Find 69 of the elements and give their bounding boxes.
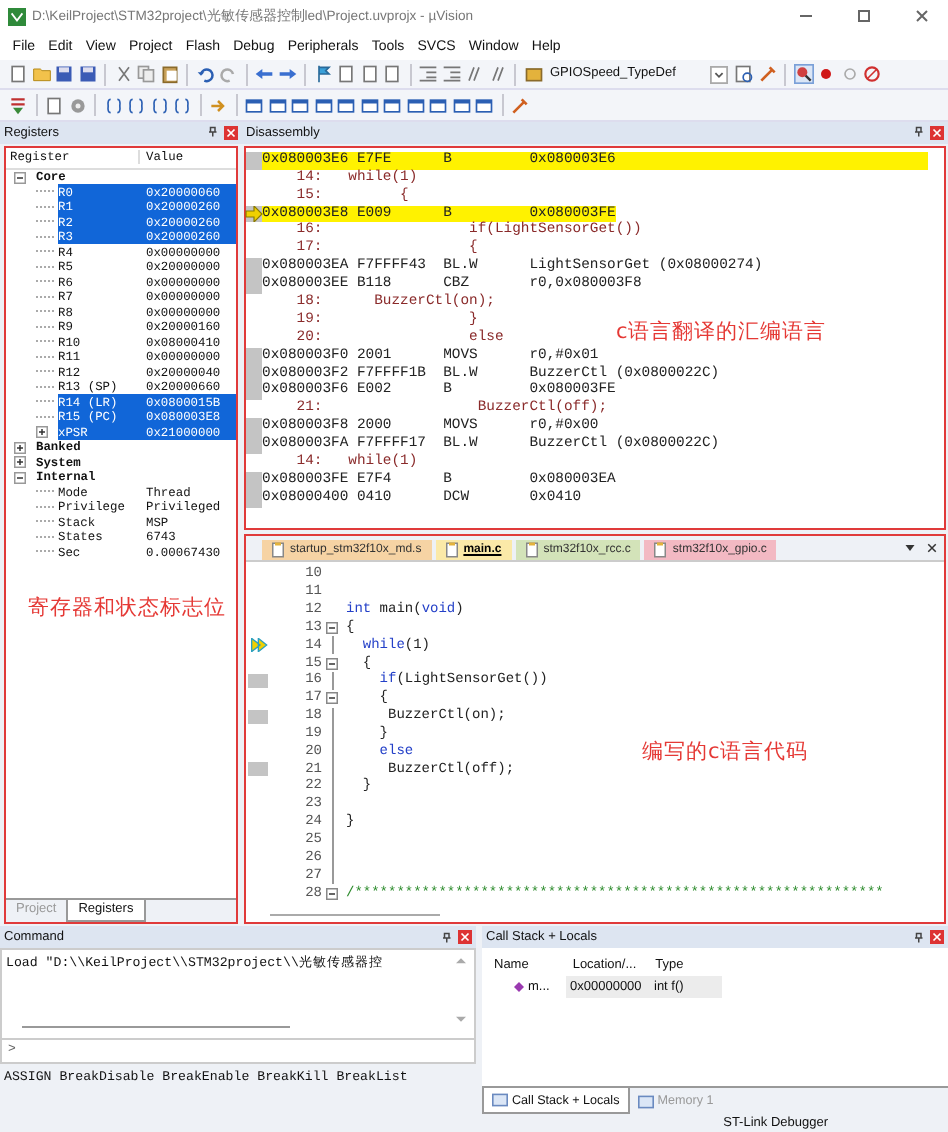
window-icon[interactable] xyxy=(336,95,356,116)
file-icon xyxy=(525,541,538,558)
diamond-icon xyxy=(514,982,524,993)
window-icon xyxy=(492,1092,508,1108)
app-icon xyxy=(8,7,26,26)
collapse-icon[interactable] xyxy=(14,471,26,484)
scrollbar[interactable] xyxy=(22,1025,290,1029)
expand-icon[interactable] xyxy=(14,441,26,454)
window-icon[interactable] xyxy=(267,95,287,116)
tools-icon[interactable] xyxy=(757,64,777,85)
window-icon[interactable] xyxy=(405,95,425,116)
window-icon[interactable] xyxy=(313,95,333,116)
page-icon[interactable] xyxy=(336,64,356,85)
braces-icon[interactable] xyxy=(103,95,123,116)
window-icon[interactable] xyxy=(290,95,310,116)
breakpoint-icon[interactable] xyxy=(816,64,836,85)
annotation-text: c语言翻译的汇编语言 xyxy=(616,317,826,346)
find-icon[interactable] xyxy=(734,64,754,85)
annotation-text: 寄存器和状态标志位 xyxy=(28,593,226,622)
close-icon[interactable] xyxy=(912,6,932,27)
braces-icon[interactable] xyxy=(172,95,192,116)
collapse-icon[interactable] xyxy=(14,171,26,184)
comment-icon[interactable] xyxy=(487,64,507,85)
window-icon[interactable] xyxy=(359,95,379,116)
pin-icon[interactable] xyxy=(440,931,452,944)
tools-icon[interactable] xyxy=(510,95,530,116)
window-icon[interactable] xyxy=(428,95,448,116)
stop-icon[interactable] xyxy=(862,64,882,85)
file-icon xyxy=(272,541,284,558)
fold-icon[interactable] xyxy=(326,887,338,899)
pin-icon[interactable] xyxy=(206,126,218,139)
comment-icon[interactable] xyxy=(464,64,484,85)
file-icon xyxy=(654,541,667,558)
page-icon[interactable] xyxy=(382,64,402,85)
fold-icon[interactable] xyxy=(326,657,338,670)
pin-icon[interactable] xyxy=(912,126,924,139)
outdent-icon[interactable] xyxy=(441,64,461,85)
document-icon[interactable] xyxy=(8,64,28,85)
dropdown-icon[interactable] xyxy=(904,541,916,554)
window-icon[interactable] xyxy=(244,95,264,116)
gear-icon[interactable] xyxy=(67,95,87,116)
braces-icon[interactable] xyxy=(149,95,169,116)
folder-icon[interactable] xyxy=(31,64,51,85)
braces-icon[interactable] xyxy=(126,95,146,116)
file-icon xyxy=(445,541,458,558)
annotation-text: 编写的c语言代码 xyxy=(642,737,808,766)
window-icon[interactable] xyxy=(382,95,402,116)
fold-icon[interactable] xyxy=(326,692,338,705)
box-icon[interactable] xyxy=(523,64,543,85)
window-icon xyxy=(637,1093,654,1109)
pin-icon[interactable] xyxy=(912,931,924,944)
window-icon[interactable] xyxy=(474,95,494,116)
expand-icon[interactable] xyxy=(14,456,26,469)
page-icon[interactable] xyxy=(44,95,64,116)
page-icon[interactable] xyxy=(359,64,379,85)
dropdown-caret-icon[interactable] xyxy=(709,65,727,84)
clipboard-icon[interactable] xyxy=(159,64,179,85)
debug-magnifier-icon[interactable] xyxy=(793,64,813,85)
window-icon[interactable] xyxy=(451,95,471,116)
indent-icon[interactable] xyxy=(418,64,438,85)
scissors-icon[interactable] xyxy=(113,64,133,85)
close-icon[interactable] xyxy=(926,541,938,554)
reset-icon[interactable] xyxy=(8,95,28,116)
undo-icon[interactable] xyxy=(195,64,215,85)
flag-icon[interactable] xyxy=(313,64,333,85)
fold-icon[interactable] xyxy=(326,621,338,634)
copy-icon[interactable] xyxy=(136,64,156,85)
expand-icon[interactable] xyxy=(36,426,48,439)
maximize-icon[interactable] xyxy=(854,6,874,27)
